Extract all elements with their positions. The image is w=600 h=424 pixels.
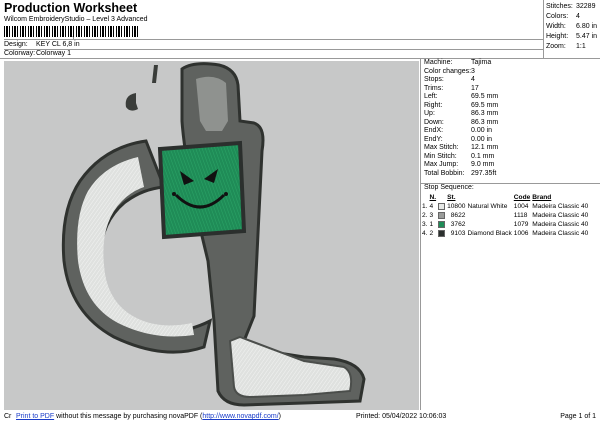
needle-number: 3 <box>429 212 434 219</box>
spec-row: Left: 69.5 mm <box>424 93 499 100</box>
stop-sequence-table: N. St. Code Brand 1. 4 10800 Natural White 1… <box>421 193 589 238</box>
thread-brand: Madeira Classic 40 <box>532 212 589 219</box>
novapdf-notice: Print to PDF without this message by pur… <box>16 413 281 420</box>
notice-close: ) <box>278 413 281 420</box>
divider <box>4 49 544 50</box>
design-label: Design: <box>4 41 28 48</box>
print-to-pdf-link[interactable]: Print to PDF <box>16 413 54 420</box>
spec-row: Total Bobbin: 297.35ft <box>424 169 497 177</box>
spec-row: Machine: Tajima <box>424 59 492 66</box>
novapdf-url-link[interactable]: http://www.novapdf.com/ <box>202 413 278 420</box>
table-row: 3. 1 3762 1079 Madeira Classic 40 <box>421 220 589 229</box>
thread-name: Diamond Black <box>467 230 512 237</box>
color-swatch-chip <box>438 211 446 219</box>
spec-row: EndX: 0.00 in <box>424 127 493 134</box>
stat-stitches: Stitches: 32289 <box>546 3 596 10</box>
design-value: KEY CL 6,8 in <box>36 41 80 48</box>
color-swatch <box>437 202 446 211</box>
printed-timestamp: Printed: 05/04/2022 10:06:03 <box>356 413 447 420</box>
col-st: St. <box>447 194 456 201</box>
stitch-count: 9103 <box>450 230 466 237</box>
table-header-row: N. St. Code Brand <box>421 193 589 202</box>
stat-height: Height: 5.47 in <box>546 33 598 40</box>
spec-row: Stops: 4 <box>424 76 475 83</box>
embroidery-design-image <box>61 62 366 407</box>
color-swatch-chip <box>438 220 446 228</box>
stop-number: 2. <box>422 212 428 219</box>
color-swatch <box>437 220 446 229</box>
stop-number: 4. <box>422 230 428 237</box>
thread-name <box>466 211 512 220</box>
needle-number: 2 <box>429 230 434 237</box>
stats-panel: Stitches: 32289 Colors: 4 Width: 6.80 in He… <box>544 3 600 53</box>
spec-row: Down: 86.3 mm <box>424 118 499 126</box>
thread-code: 1004 <box>513 203 529 210</box>
design-preview <box>4 61 419 410</box>
col-brand: Brand <box>532 194 552 201</box>
col-n: N. <box>429 194 437 201</box>
needle-number: 4 <box>429 203 434 210</box>
thread-code: 1079 <box>513 221 529 228</box>
spec-row: Trims: 17 <box>424 84 479 92</box>
thread-brand: Madeira Classic 40 <box>532 221 589 228</box>
needle-number: 1 <box>429 221 434 228</box>
thread-name <box>466 220 512 229</box>
col-code: Code <box>513 194 531 201</box>
table-row: 2. 3 8622 1118 Madeira Classic 40 <box>421 211 589 220</box>
colorway-label: Colorway: <box>4 50 36 57</box>
table-row: 1. 4 10800 Natural White 1004 Madeira Classic… <box>421 202 589 211</box>
stop-number: 1. <box>422 203 428 210</box>
machine-specs: Machine: Tajima Color changes: 3 Stops: 4 T… <box>424 59 600 178</box>
color-swatch-chip <box>438 202 446 210</box>
page-number: Page 1 of 1 <box>560 413 596 420</box>
stop-number: 3. <box>422 221 428 228</box>
thread-code: 1006 <box>513 230 529 237</box>
spec-row: Up: 86.3 mm <box>424 110 499 117</box>
software-subtitle: Wilcom EmbroideryStudio – Level 3 Advanc… <box>4 16 148 23</box>
spec-row: EndY: 0.00 in <box>424 135 493 143</box>
page-title: Production Worksheet <box>4 1 138 15</box>
stitch-count: 3762 <box>450 221 466 228</box>
footer: Cr Print to PDF without this message by … <box>0 412 600 424</box>
spec-row: Right: 69.5 mm <box>424 101 499 109</box>
thread-brand: Madeira Classic 40 <box>532 203 589 210</box>
spec-row: Min Stitch: 0.1 mm <box>424 152 495 160</box>
spec-row: Color changes: 3 <box>424 67 475 75</box>
footer-prefix: Cr <box>4 413 12 420</box>
stat-colors: Colors: 4 <box>546 13 580 20</box>
color-swatch <box>437 211 446 220</box>
stat-zoom: Zoom: 1:1 <box>546 43 586 50</box>
thread-brand: Madeira Classic 40 <box>532 230 589 237</box>
thread-name: Natural White <box>467 203 508 210</box>
color-swatch-chip <box>438 229 446 237</box>
colorway-value: Colorway 1 <box>36 50 72 57</box>
table-row: 4. 2 9103 Diamond Black 1006 Madeira Classic … <box>421 229 589 238</box>
notice-text: without this message by purchasing novaP… <box>56 413 203 420</box>
stitch-count: 8622 <box>450 212 466 219</box>
spec-row: Max Jump: 9.0 mm <box>424 161 495 168</box>
divider <box>4 39 544 40</box>
stitch-count: 10800 <box>447 203 466 210</box>
stat-width: Width: 6.80 in <box>546 23 598 30</box>
color-swatch <box>437 229 446 238</box>
stop-sequence-title: Stop Sequence: <box>424 184 474 191</box>
thread-code: 1118 <box>513 212 528 219</box>
spec-row: Max Stitch: 12.1 mm <box>424 144 499 151</box>
